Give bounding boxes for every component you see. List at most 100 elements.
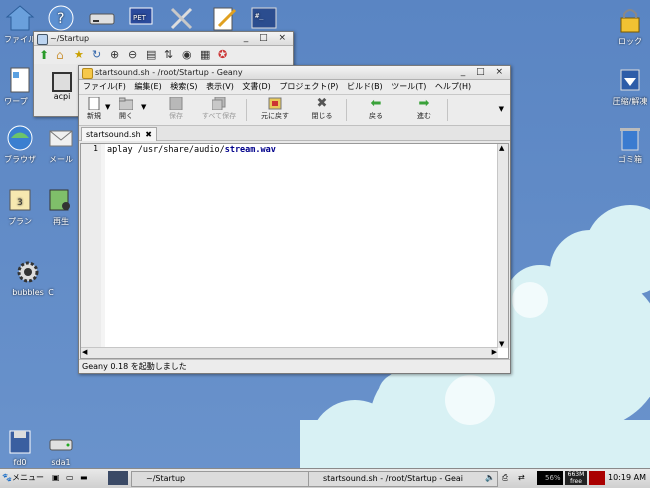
save-button-label: 保存 bbox=[169, 112, 183, 120]
taskbar: 🐾メニュー ▣ ▭ ▬ ~/Startup startsound.sh - /r… bbox=[0, 468, 650, 488]
menu-file[interactable]: ファイル(F) bbox=[83, 82, 126, 91]
filer-titlebar[interactable]: ~/Startup _ □ × bbox=[34, 32, 293, 46]
desktop-icon-label: bubbles bbox=[12, 288, 44, 297]
scroll-right-icon[interactable]: ▶ bbox=[492, 348, 497, 356]
desktop-icon-trash[interactable]: ゴミ箱 bbox=[602, 124, 650, 165]
menu-help[interactable]: ヘルプ(H) bbox=[435, 82, 471, 91]
toolbar-overflow-icon[interactable]: ▼ bbox=[499, 105, 504, 113]
forward-arrow-icon: ➡ bbox=[418, 96, 430, 111]
volume-icon[interactable]: 🔈 bbox=[485, 471, 495, 485]
geany-title: startsound.sh - /root/Startup - Geany bbox=[95, 68, 243, 77]
desktop-icon-partial[interactable]: C bbox=[44, 288, 58, 297]
code-editor[interactable]: 1 aplay /usr/share/audio/stream.wav ▲ ▼ … bbox=[80, 143, 509, 359]
floppy-icon bbox=[5, 428, 35, 456]
desktop-icon-terminal[interactable]: #_ bbox=[236, 4, 292, 34]
new-dropdown-icon[interactable]: ▼ bbox=[105, 103, 110, 111]
home-icon[interactable]: ⌂ bbox=[56, 48, 64, 62]
zoom-out-icon[interactable]: ⊖ bbox=[128, 48, 137, 61]
desktop-icon-label: C bbox=[48, 288, 54, 297]
scroll-down-icon[interactable]: ▼ bbox=[499, 340, 504, 348]
document-tabs: startsound.sh ✖ bbox=[79, 126, 510, 141]
zoom-in-icon[interactable]: ⊕ bbox=[110, 48, 119, 61]
printer-icon[interactable]: ⎙ bbox=[502, 471, 508, 485]
lock-icon bbox=[615, 6, 645, 34]
open-button[interactable]: 開く bbox=[111, 97, 141, 121]
line-number: 1 bbox=[93, 144, 98, 153]
tab-close-icon[interactable]: ✖ bbox=[145, 130, 152, 139]
mail-icon bbox=[46, 124, 76, 152]
geany-window[interactable]: startsound.sh - /root/Startup - Geany _ … bbox=[78, 65, 511, 374]
save-all-icon bbox=[211, 96, 226, 111]
clock[interactable]: 10:19 AM bbox=[608, 471, 646, 485]
status-text: Geany 0.18 を起動しました bbox=[82, 362, 187, 371]
start-menu-button[interactable]: 🐾メニュー bbox=[2, 471, 48, 485]
geany-titlebar[interactable]: startsound.sh - /root/Startup - Geany _ … bbox=[79, 66, 510, 80]
horizontal-scrollbar[interactable]: ◀ ▶ bbox=[81, 347, 498, 358]
trash-icon bbox=[615, 124, 645, 152]
forward-button-label: 進む bbox=[417, 112, 431, 120]
geany-toolbar: 新規 ▼ 開く ▼ 保存 すべて保存 元に戻す ✖ 閉じる ⬅ 戻る ➡ 進む … bbox=[79, 95, 510, 126]
save-all-button[interactable]: すべて保存 bbox=[199, 96, 239, 121]
eye-icon[interactable]: ◉ bbox=[182, 48, 192, 61]
desktop-icon-label: ゴミ箱 bbox=[618, 155, 642, 164]
network-icon[interactable]: ⇄ bbox=[518, 471, 525, 485]
filer-toolbar: ⬆ ⌂ ★ ↻ ⊕ ⊖ ▤ ⇅ ◉ ▦ ✪ bbox=[34, 46, 293, 64]
menu-build[interactable]: ビルド(B) bbox=[347, 82, 383, 91]
settings-icon[interactable]: ▦ bbox=[200, 48, 210, 61]
revert-button[interactable]: 元に戻す bbox=[256, 97, 294, 121]
tab-startsound[interactable]: startsound.sh ✖ bbox=[81, 127, 157, 141]
vertical-scrollbar[interactable]: ▲ ▼ bbox=[497, 144, 508, 348]
window-controls[interactable]: _ □ × bbox=[461, 66, 507, 79]
memory-value: 663M bbox=[567, 471, 585, 478]
svg-text:PET: PET bbox=[133, 14, 147, 22]
quicklaunch-drive-icon[interactable]: ▭ bbox=[66, 471, 74, 485]
desktop-icon-label: ファイル bbox=[4, 35, 36, 44]
desktop-pager[interactable] bbox=[108, 471, 128, 485]
menu-tools[interactable]: ツール(T) bbox=[391, 82, 426, 91]
scroll-up-icon[interactable]: ▲ bbox=[499, 144, 504, 152]
quicklaunch-terminal-icon[interactable]: ▬ bbox=[80, 471, 88, 485]
forward-button[interactable]: ➡ 進む bbox=[409, 97, 439, 121]
help-ring-icon[interactable]: ✪ bbox=[218, 48, 227, 61]
browser-icon bbox=[5, 124, 35, 152]
revert-button-label: 元に戻す bbox=[261, 112, 289, 120]
menu-view[interactable]: 表示(V) bbox=[206, 82, 234, 91]
status-bar: Geany 0.18 を起動しました bbox=[79, 359, 510, 373]
open-dropdown-icon[interactable]: ▼ bbox=[141, 103, 146, 111]
bookmark-icon[interactable]: ★ bbox=[74, 48, 84, 61]
desktop-icon-label: ワープ bbox=[4, 97, 28, 106]
sort-icon[interactable]: ⇅ bbox=[164, 48, 173, 61]
up-arrow-icon[interactable]: ⬆ bbox=[39, 48, 49, 62]
back-button[interactable]: ⬅ 戻る bbox=[361, 97, 391, 121]
desktop-icon-lock[interactable]: ロック bbox=[602, 6, 650, 47]
cpu-graph bbox=[589, 471, 605, 485]
scroll-left-icon[interactable]: ◀ bbox=[82, 348, 87, 356]
task-filer[interactable]: ~/Startup bbox=[131, 471, 311, 487]
task-geany-label: startsound.sh - /root/Startup - Geai bbox=[323, 474, 464, 483]
calendar-icon: 3 bbox=[5, 186, 35, 214]
menu-document[interactable]: 文書(D) bbox=[242, 82, 270, 91]
menu-edit[interactable]: 編集(E) bbox=[134, 82, 161, 91]
desktop-icon-sda1[interactable]: sda1 bbox=[33, 428, 89, 467]
clock-label: 10:19 AM bbox=[608, 473, 646, 482]
desktop-icon-archive[interactable]: 圧縮/解凍 bbox=[602, 66, 650, 107]
svg-text:3: 3 bbox=[17, 198, 23, 208]
filer-item-acpi[interactable]: acpi bbox=[46, 72, 78, 102]
desktop-icon-label: メール bbox=[49, 155, 73, 164]
save-button[interactable]: 保存 bbox=[161, 96, 191, 121]
refresh-icon[interactable]: ↻ bbox=[92, 48, 101, 61]
terminal-icon: #_ bbox=[249, 4, 279, 32]
toolbar-separator bbox=[246, 99, 247, 121]
menu-project[interactable]: プロジェクト(P) bbox=[279, 82, 338, 91]
pet-package-icon: PET bbox=[126, 2, 156, 30]
task-geany[interactable]: startsound.sh - /root/Startup - Geai bbox=[308, 471, 498, 487]
quicklaunch-browser-icon[interactable]: ▣ bbox=[52, 471, 60, 485]
edit-icon bbox=[209, 4, 239, 32]
close-button[interactable]: ✖ 閉じる bbox=[307, 97, 337, 121]
revert-icon bbox=[268, 97, 282, 110]
cpu-label: 56% bbox=[545, 474, 561, 482]
menu-search[interactable]: 検索(S) bbox=[170, 82, 197, 91]
view-icon[interactable]: ▤ bbox=[146, 48, 156, 61]
window-controls[interactable]: _ □ × bbox=[244, 32, 290, 45]
disk-icon bbox=[46, 428, 76, 456]
